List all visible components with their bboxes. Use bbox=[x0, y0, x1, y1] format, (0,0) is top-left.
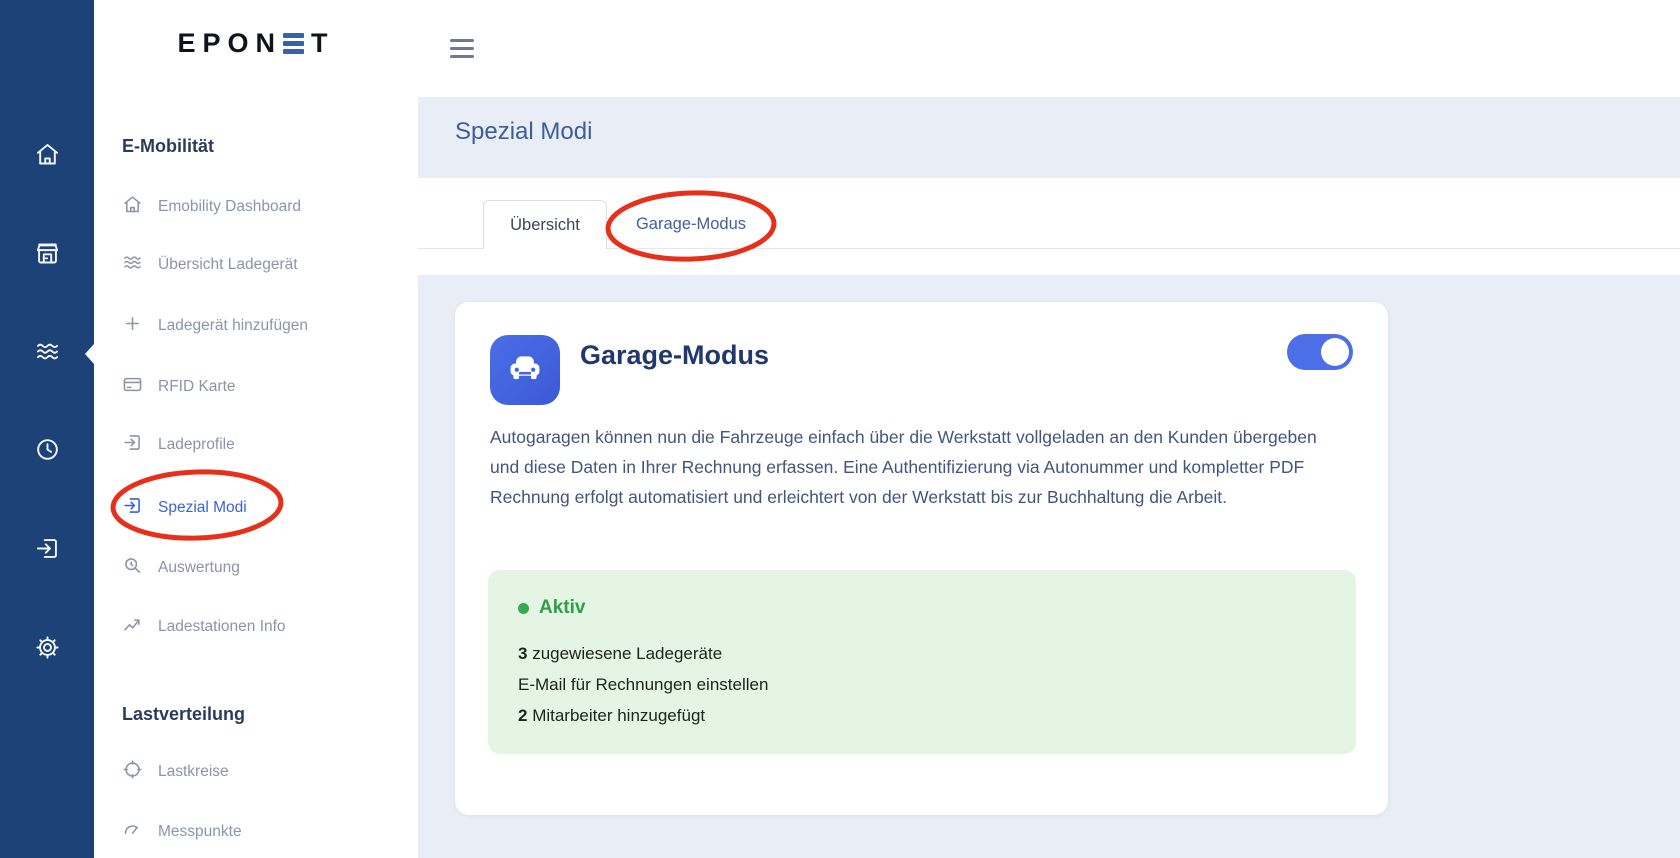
brand-logo-right: T bbox=[311, 28, 335, 59]
settings-gear-icon bbox=[34, 634, 61, 666]
status-label: Aktiv bbox=[539, 597, 585, 619]
crosshair-circle-icon bbox=[122, 759, 143, 785]
sidebar-item-ladegeraet-hinzufuegen[interactable]: Ladegerät hinzufügen bbox=[122, 314, 308, 338]
sidebar-item-label: Auswertung bbox=[158, 559, 240, 577]
sidebar-item-emobility-dashboard[interactable]: Emobility Dashboard bbox=[122, 195, 301, 219]
rail-storefront-button[interactable] bbox=[0, 230, 94, 282]
sign-in-icon bbox=[122, 432, 143, 458]
rail-settings-button[interactable] bbox=[0, 624, 94, 676]
clock-icon bbox=[34, 436, 61, 468]
rail-sign-in-button[interactable] bbox=[0, 525, 94, 577]
tab-uebersicht[interactable]: Übersicht bbox=[483, 200, 607, 249]
top-header-bar bbox=[418, 0, 1680, 97]
credit-card-icon bbox=[122, 374, 143, 400]
sidebar-item-label: Lastkreise bbox=[158, 763, 229, 781]
card-title: Garage-Modus bbox=[580, 340, 769, 371]
sidebar-item-messpunkte[interactable]: Messpunkte bbox=[122, 820, 242, 844]
sidebar-item-label: Spezial Modi bbox=[158, 499, 247, 517]
toggle-knob bbox=[1321, 338, 1349, 366]
sidebar: EPON T E-Mobilität Emobility Dashboard Üb… bbox=[94, 0, 418, 858]
rail-home-button[interactable] bbox=[0, 131, 94, 183]
tab-garage-modus[interactable]: Garage-Modus bbox=[607, 200, 775, 248]
sidebar-item-ladestationen-info[interactable]: Ladestationen Info bbox=[122, 615, 286, 639]
status-dot-icon bbox=[518, 603, 529, 614]
tab-label: Garage-Modus bbox=[636, 215, 746, 234]
charging-waves-icon bbox=[122, 252, 143, 278]
rail-history-button[interactable] bbox=[0, 426, 94, 478]
sidebar-item-auswertung[interactable]: Auswertung bbox=[122, 556, 240, 580]
sign-in-icon bbox=[122, 495, 143, 521]
sidebar-item-label: Ladeprofile bbox=[158, 436, 235, 454]
sidebar-item-label: Emobility Dashboard bbox=[158, 198, 301, 216]
main-content: Spezial Modi Übersicht Garage-Modus bbox=[418, 0, 1680, 858]
trend-arrow-icon bbox=[122, 614, 143, 640]
brand-logo[interactable]: EPON T bbox=[94, 28, 418, 59]
sign-in-icon bbox=[34, 535, 61, 567]
status-header: Aktiv bbox=[518, 597, 585, 619]
icon-rail bbox=[0, 0, 94, 858]
card-description: Autogaragen können nun die Fahrzeuge ein… bbox=[490, 422, 1340, 512]
sidebar-item-uebersicht-ladegeraet[interactable]: Übersicht Ladegerät bbox=[122, 253, 298, 277]
sidebar-item-label: Ladestationen Info bbox=[158, 618, 286, 636]
plus-icon bbox=[122, 313, 143, 339]
tab-bar: Übersicht Garage-Modus bbox=[418, 178, 1680, 275]
sidebar-item-label: Ladegerät hinzufügen bbox=[158, 317, 308, 335]
status-box: Aktiv 3 zugewiesene Ladegeräte E-Mail fü… bbox=[488, 570, 1356, 754]
sidebar-item-rfid-karte[interactable]: RFID Karte bbox=[122, 375, 236, 399]
status-line: E-Mail für Rechnungen einstellen bbox=[518, 669, 768, 700]
storefront-icon bbox=[34, 240, 61, 272]
garage-mode-card: Garage-Modus Autogaragen können nun die … bbox=[455, 302, 1388, 815]
sidebar-item-lastkreise[interactable]: Lastkreise bbox=[122, 760, 229, 784]
sidebar-item-label: Übersicht Ladegerät bbox=[158, 256, 298, 274]
hamburger-icon[interactable] bbox=[450, 39, 474, 62]
sidebar-item-ladeprofile[interactable]: Ladeprofile bbox=[122, 433, 235, 457]
tab-label: Übersicht bbox=[510, 216, 580, 235]
home-icon bbox=[122, 194, 143, 220]
section-title-emobility: E-Mobilität bbox=[122, 136, 214, 157]
home-icon bbox=[34, 141, 61, 173]
sidebar-item-spezial-modi[interactable]: Spezial Modi bbox=[122, 496, 247, 520]
brand-logo-left: EPON bbox=[177, 28, 282, 59]
gauge-icon bbox=[122, 819, 143, 845]
status-line: 3 zugewiesene Ladegeräte bbox=[518, 638, 768, 669]
active-rail-indicator bbox=[85, 344, 94, 364]
app-root: EPON T E-Mobilität Emobility Dashboard Üb… bbox=[0, 0, 1680, 858]
rail-charging-button[interactable] bbox=[0, 328, 94, 380]
section-title-lastverteilung: Lastverteilung bbox=[122, 704, 245, 725]
tab-bar-divider bbox=[418, 248, 1680, 249]
charging-waves-icon bbox=[34, 338, 61, 370]
magnifier-icon bbox=[122, 555, 143, 581]
three-bars-glyph bbox=[283, 33, 304, 54]
status-line: 2 Mitarbeiter hinzugefügt bbox=[518, 700, 768, 731]
car-icon-tile bbox=[490, 335, 560, 405]
sidebar-item-label: Messpunkte bbox=[158, 823, 242, 841]
garage-mode-toggle[interactable] bbox=[1287, 334, 1353, 370]
sidebar-item-label: RFID Karte bbox=[158, 378, 236, 396]
car-icon bbox=[505, 348, 545, 393]
status-details: 3 zugewiesene Ladegeräte E-Mail für Rech… bbox=[518, 638, 768, 731]
page-title: Spezial Modi bbox=[455, 118, 592, 146]
